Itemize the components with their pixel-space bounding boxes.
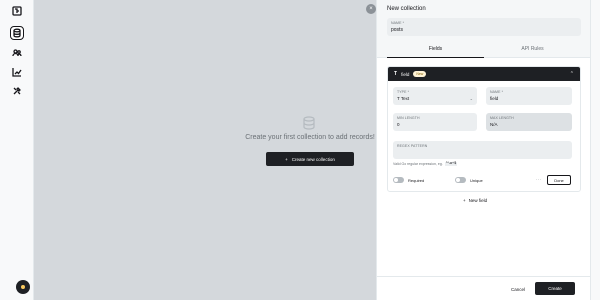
plus-icon: + (463, 198, 466, 203)
required-switch[interactable] (393, 177, 404, 183)
max-length-label: MAX LENGTH (490, 116, 514, 120)
regex-label: REGEX PATTERN (397, 144, 428, 148)
max-length-value: N/A (490, 122, 498, 127)
chevron-down-icon: ⌄ (469, 96, 473, 101)
avatar[interactable] (16, 280, 30, 294)
required-toggle[interactable]: Required (393, 177, 424, 183)
new-field-label: New field (468, 198, 488, 203)
text-type-icon: T (394, 71, 398, 77)
required-label: Required (408, 177, 425, 183)
unique-toggle[interactable]: Unique (455, 177, 483, 183)
panel-title: New collection (387, 6, 426, 12)
avatar-dot (21, 285, 25, 289)
chevron-up-icon[interactable]: ⌃ (570, 71, 574, 77)
create-button[interactable]: Create (535, 282, 575, 295)
field-name-label: NAME * (490, 90, 504, 94)
min-length-label: MIN LENGTH (397, 116, 420, 120)
database-empty-icon (302, 116, 316, 130)
new-field-button[interactable]: + New field (463, 198, 487, 203)
new-collection-panel: New collection NAME * posts Fields API R… (376, 0, 591, 300)
max-length-input[interactable]: MAX LENGTH N/A (486, 113, 572, 131)
new-badge: New (413, 71, 427, 77)
min-length-value: 0 (397, 122, 400, 127)
min-length-input[interactable]: MIN LENGTH 0 (393, 113, 477, 131)
regex-example: ^\w+$ (444, 162, 458, 166)
logo-icon[interactable] (10, 4, 24, 18)
panel-header: New collection NAME * posts Fields API R… (377, 0, 591, 58)
type-value-text: Text (400, 96, 410, 101)
panel-tabs: Fields API Rules (387, 42, 581, 58)
name-label: NAME * (391, 21, 405, 25)
regex-help: Valid Go regular expression, eg. ^\w+$ (393, 162, 458, 166)
done-button[interactable]: Done (547, 175, 571, 185)
users-icon[interactable] (10, 46, 24, 60)
empty-state-text: Create your first collection to add reco… (245, 134, 375, 141)
text-type-icon: T (397, 96, 400, 101)
tools-icon[interactable] (10, 84, 24, 98)
unique-label: Unique (470, 177, 483, 183)
name-value: posts (391, 27, 403, 33)
plus-icon: + (285, 156, 288, 162)
cancel-button[interactable]: Cancel (501, 283, 535, 295)
regex-input[interactable]: REGEX PATTERN (393, 141, 572, 159)
database-icon[interactable] (10, 26, 24, 40)
field-card: T field New ⌃ TYPE * T Text ⌄ NAME * fie… (387, 66, 581, 192)
field-name-value: field (490, 96, 499, 101)
regex-help-text: Valid Go regular expression, eg. (393, 162, 443, 166)
unique-switch[interactable] (455, 177, 466, 183)
chart-icon[interactable] (10, 65, 24, 79)
create-collection-button[interactable]: + Create new collection (266, 152, 354, 166)
more-icon[interactable]: ··· (536, 177, 542, 182)
type-select[interactable]: TYPE * T Text ⌄ (393, 87, 477, 105)
field-card-name: field (401, 71, 410, 77)
create-collection-label: Create new collection (291, 156, 335, 162)
tab-api-rules[interactable]: API Rules (484, 42, 581, 58)
scrollbar[interactable] (590, 0, 600, 300)
type-label: TYPE * (397, 90, 410, 94)
close-icon[interactable]: × (366, 4, 376, 14)
main-area (34, 0, 376, 300)
panel-footer: Cancel Create (377, 276, 591, 300)
sidebar-nav (0, 0, 34, 300)
collection-name-field[interactable]: NAME * posts (387, 18, 581, 36)
type-value: T Text (397, 96, 473, 101)
field-card-header[interactable]: T field New ⌃ (388, 67, 580, 81)
tab-fields[interactable]: Fields (387, 42, 484, 58)
field-name-input[interactable]: NAME * field (486, 87, 572, 105)
